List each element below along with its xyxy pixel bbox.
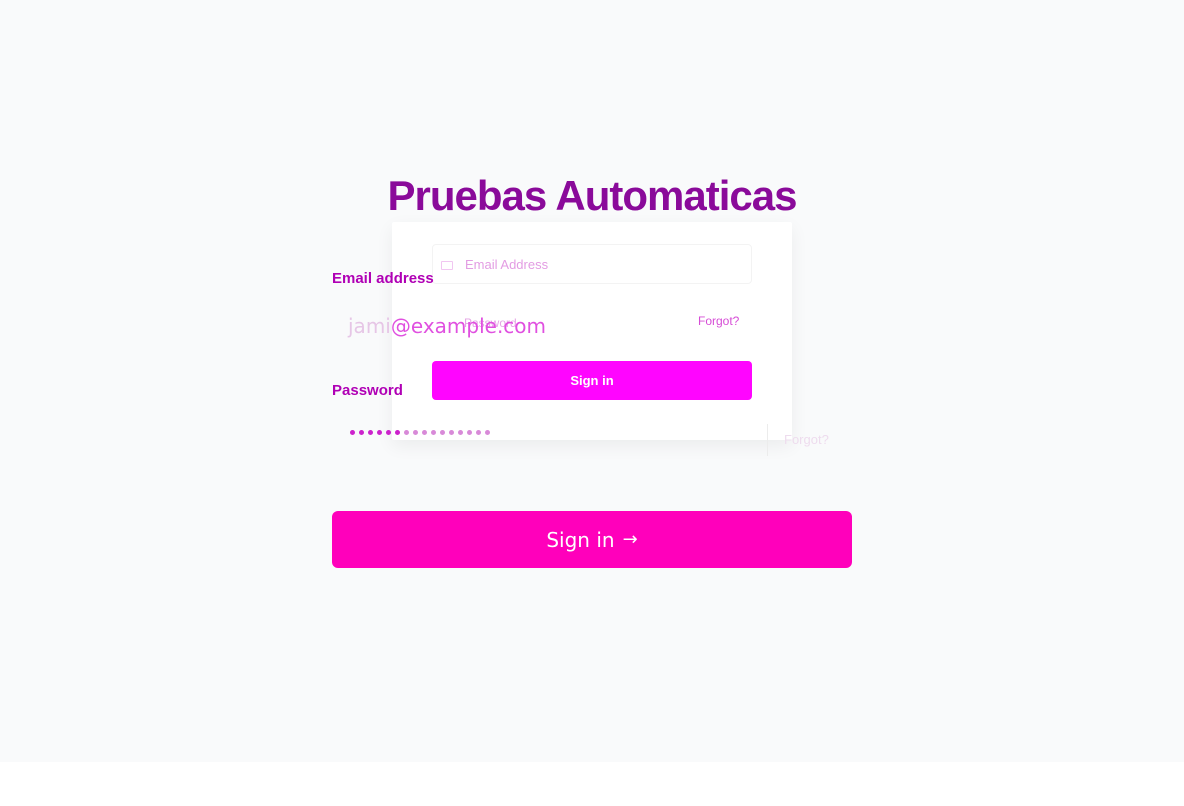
password-dot: [485, 430, 490, 435]
password-dot: [449, 430, 454, 435]
overlay-signin-button[interactable]: Sign in: [432, 361, 752, 400]
password-dot: [377, 430, 382, 435]
login-page: Pruebas Automaticas Email Address Passwo…: [0, 0, 1184, 762]
mail-icon: [441, 261, 453, 270]
email-field[interactable]: jami@example.com: [348, 314, 768, 342]
password-dot: [350, 430, 355, 435]
password-dot: [386, 430, 391, 435]
password-dot: [458, 430, 463, 435]
password-dot: [359, 430, 364, 435]
password-dot: [395, 430, 400, 435]
password-dot: [431, 430, 436, 435]
password-dot: [476, 430, 481, 435]
password-dot: [404, 430, 409, 435]
password-dot: [440, 430, 445, 435]
page-title: Pruebas Automaticas: [387, 172, 798, 219]
overlay-email-placeholder: Email Address: [465, 257, 549, 272]
email-label: Email address: [332, 270, 434, 287]
forgot-divider: [767, 424, 768, 456]
password-dot: [467, 430, 472, 435]
overlay-email-input[interactable]: Email Address: [432, 244, 752, 284]
password-dot: [422, 430, 427, 435]
signin-button-label: Sign in: [546, 527, 615, 552]
password-label: Password: [332, 382, 403, 399]
arrow-right-icon: →: [622, 529, 638, 550]
password-dot: [413, 430, 418, 435]
forgot-password-link[interactable]: Forgot?: [784, 432, 829, 447]
signin-button[interactable]: Sign in →: [332, 511, 852, 568]
email-value-start: jami: [348, 314, 391, 338]
password-dot: [368, 430, 373, 435]
password-field[interactable]: [350, 430, 490, 435]
email-value-end: @example.com: [390, 314, 547, 338]
